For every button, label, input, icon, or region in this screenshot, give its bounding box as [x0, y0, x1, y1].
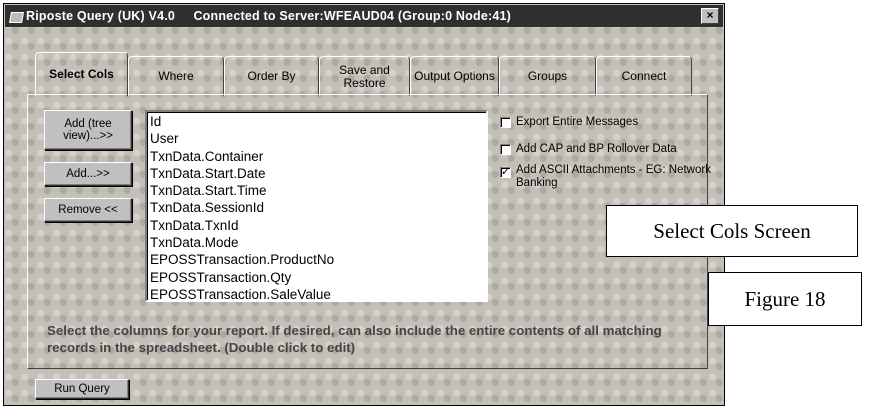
- instructions-text: Select the columns for your report. If d…: [47, 323, 662, 355]
- tab-order-by[interactable]: Order By: [224, 56, 319, 96]
- title-bar[interactable]: Riposte Query (UK) V4.0 Connected to Ser…: [5, 5, 723, 27]
- add-cap-bp-rollover-checkbox[interactable]: [500, 144, 511, 155]
- list-item[interactable]: EPOSSTransaction.ProductNo: [150, 251, 486, 268]
- add-tree-view-button[interactable]: Add (tree view)...>>: [44, 110, 132, 150]
- list-item[interactable]: User: [150, 130, 486, 147]
- tab-output-options[interactable]: Output Options: [410, 56, 499, 96]
- add-cap-bp-rollover-label: Add CAP and BP Rollover Data: [516, 143, 677, 155]
- tab-connect[interactable]: Connect: [596, 56, 692, 96]
- close-button[interactable]: ×: [701, 8, 719, 24]
- run-query-button[interactable]: Run Query: [35, 379, 129, 399]
- remove-button[interactable]: Remove <<: [44, 198, 132, 222]
- tab-select-cols[interactable]: Select Cols: [35, 52, 128, 96]
- list-item[interactable]: TxnData.SessionId: [150, 199, 486, 216]
- list-item[interactable]: TxnData.Start.Date: [150, 165, 486, 182]
- add-ascii-attachments-checkbox[interactable]: ✓: [500, 167, 511, 178]
- add-ascii-attachments-label: Add ASCII Attachments - EG: Network Bank…: [516, 164, 711, 189]
- list-item[interactable]: Id: [150, 113, 486, 130]
- list-item[interactable]: EPOSSTransaction.SaleValue: [150, 286, 486, 300]
- list-item[interactable]: EPOSSTransaction.Qty: [150, 269, 486, 286]
- list-item[interactable]: TxnData.Mode: [150, 234, 486, 251]
- tab-save-and-restore[interactable]: Save and Restore: [319, 56, 410, 96]
- select-cols-screen-callout: Select Cols Screen: [606, 205, 858, 257]
- app-icon[interactable]: [10, 10, 22, 22]
- tab-where[interactable]: Where: [128, 56, 224, 96]
- window-title: Riposte Query (UK) V4.0 Connected to Ser…: [26, 9, 512, 23]
- figure-label-callout: Figure 18: [708, 272, 862, 326]
- list-item[interactable]: TxnData.Container: [150, 148, 486, 165]
- list-item[interactable]: TxnData.TxnId: [150, 217, 486, 234]
- columns-list[interactable]: Id User TxnData.Container TxnData.Start.…: [145, 110, 488, 302]
- export-entire-messages-checkbox[interactable]: [500, 117, 511, 128]
- list-item[interactable]: TxnData.Start.Time: [150, 182, 486, 199]
- tab-groups[interactable]: Groups: [499, 56, 596, 96]
- add-button[interactable]: Add...>>: [44, 162, 132, 186]
- export-entire-messages-label: Export Entire Messages: [516, 116, 639, 128]
